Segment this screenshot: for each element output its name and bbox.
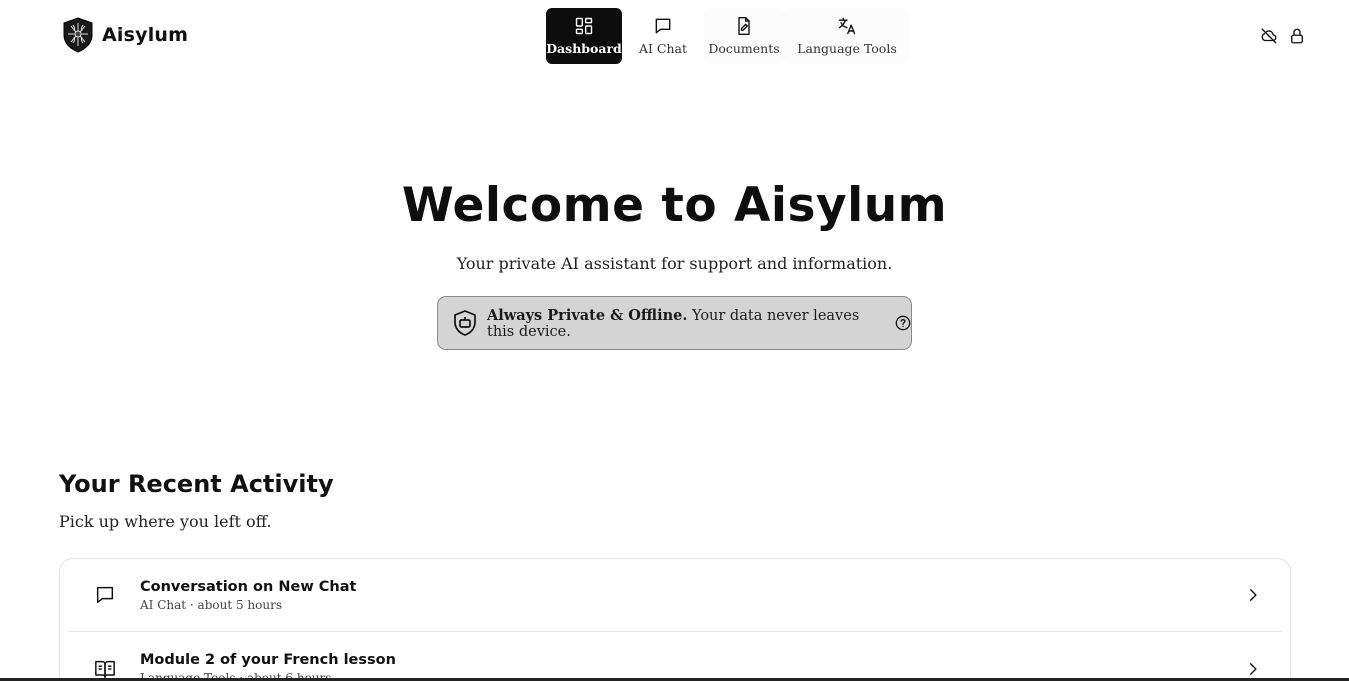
- nav-language-tools[interactable]: Language Tools: [784, 8, 910, 64]
- top-header: Aisylum Dashboard AI Chat Documents Lang…: [0, 0, 1349, 72]
- list-item-text: Conversation on New Chat AI Chat · about…: [140, 579, 356, 612]
- header-status-icons: [1260, 27, 1306, 45]
- nav-ai-chat-label: AI Chat: [638, 41, 688, 56]
- chat-icon: [655, 18, 671, 34]
- list-item[interactable]: Conversation on New Chat AI Chat · about…: [68, 559, 1282, 632]
- page-title: Welcome to Aisylum: [401, 178, 948, 233]
- main-nav: Dashboard AI Chat Documents Language Too…: [546, 8, 910, 64]
- chevron-right-icon: [1249, 662, 1257, 675]
- nav-language-tools-label: Language Tools: [797, 41, 897, 56]
- nav-dashboard[interactable]: Dashboard: [546, 8, 622, 64]
- translate-icon: [838, 17, 856, 35]
- nav-dashboard-label: Dashboard: [546, 41, 622, 56]
- brand-name: Aisylum: [102, 24, 189, 46]
- book-open-icon: [95, 660, 115, 678]
- nav-documents[interactable]: Documents: [704, 8, 784, 64]
- grid-icon: [575, 17, 593, 35]
- lock-icon[interactable]: [1288, 27, 1306, 45]
- recent-activity-list: Conversation on New Chat AI Chat · about…: [59, 558, 1291, 681]
- list-item-text: Module 2 of your French lesson Language …: [140, 652, 396, 681]
- recent-activity-title: Your Recent Activity: [59, 470, 334, 498]
- chat-icon: [96, 586, 114, 604]
- list-item-title: Conversation on New Chat: [140, 578, 357, 595]
- cloud-off-icon[interactable]: [1260, 27, 1278, 45]
- nav-ai-chat[interactable]: AI Chat: [622, 8, 704, 64]
- help-circle-icon[interactable]: [895, 315, 911, 331]
- privacy-banner: Always Private & Offline. Your data neve…: [437, 296, 912, 350]
- shield-logo-icon: [63, 17, 93, 53]
- nav-documents-label: Documents: [708, 41, 780, 56]
- brand[interactable]: Aisylum: [62, 17, 188, 53]
- chevron-right-icon: [1249, 589, 1257, 601]
- privacy-bold: Always Private & Offline.: [487, 306, 688, 324]
- list-item-title: Module 2 of your French lesson: [140, 652, 396, 668]
- page-subtitle: Your private AI assistant for support an…: [456, 254, 893, 273]
- shield-bot-icon: [454, 310, 476, 336]
- list-item[interactable]: Module 2 of your French lesson Language …: [68, 632, 1282, 681]
- recent-activity-subtitle: Pick up where you left off.: [59, 512, 272, 531]
- privacy-text: Always Private & Offline. Your data neve…: [487, 307, 882, 340]
- list-item-meta: AI Chat · about 5 hours: [140, 597, 283, 612]
- document-edit-icon: [738, 16, 750, 36]
